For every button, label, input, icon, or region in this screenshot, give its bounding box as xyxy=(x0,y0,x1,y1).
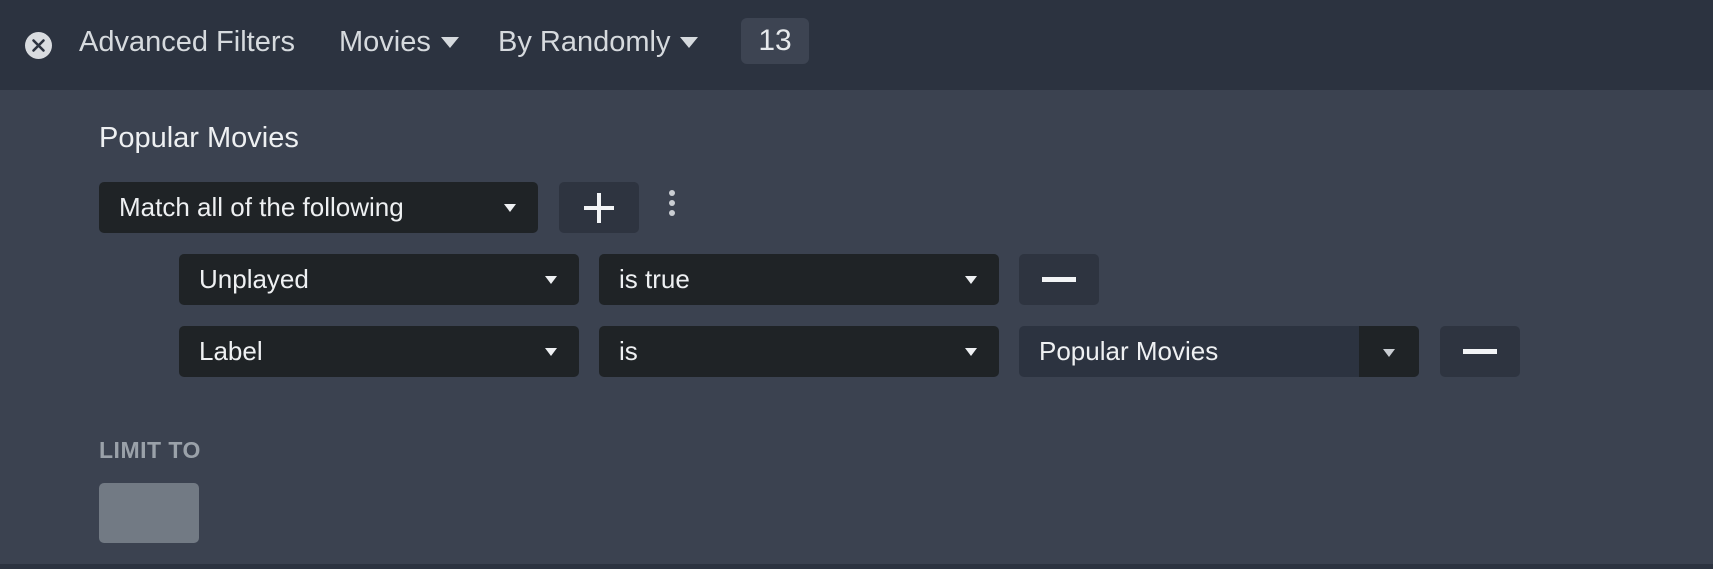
minus-icon xyxy=(1042,276,1076,282)
more-options-button[interactable] xyxy=(667,190,677,220)
limit-to-toggle[interactable] xyxy=(99,483,199,543)
minus-icon xyxy=(1463,348,1497,354)
bottom-divider xyxy=(0,564,1713,569)
toolbar-title: Advanced Filters xyxy=(79,26,295,58)
add-rule-button[interactable] xyxy=(559,182,639,233)
rule-1-operator-select[interactable]: is true xyxy=(599,254,999,305)
rule-2-operator-select[interactable]: is xyxy=(599,326,999,377)
rule-2-operator-label: is xyxy=(619,336,638,366)
caret-down-icon xyxy=(680,36,699,48)
filter-name: Popular Movies xyxy=(99,122,299,154)
rule-1-remove-button[interactable] xyxy=(1019,254,1099,305)
rule-2-value-text: Popular Movies xyxy=(1039,336,1219,366)
match-mode-select[interactable]: Match all of the following xyxy=(99,182,538,233)
library-type-dropdown[interactable]: Movies xyxy=(339,22,459,62)
match-mode-label: Match all of the following xyxy=(119,192,404,222)
rule-2-field-label: Label xyxy=(199,336,263,366)
rule-1-operator-label: is true xyxy=(619,264,690,294)
caret-down-icon xyxy=(545,276,557,284)
item-count-badge: 13 xyxy=(741,18,809,64)
caret-down-icon xyxy=(965,348,977,356)
rule-2-field-select[interactable]: Label xyxy=(179,326,579,377)
library-type-label: Movies xyxy=(339,26,431,58)
rule-1-field-select[interactable]: Unplayed xyxy=(179,254,579,305)
top-toolbar: Advanced Filters Movies By Randomly 13 xyxy=(0,0,1713,90)
limit-to-label: LIMIT TO xyxy=(99,437,201,463)
kebab-icon xyxy=(669,190,675,196)
caret-down-icon xyxy=(504,204,516,212)
caret-down-icon xyxy=(1383,349,1395,357)
rule-2-remove-button[interactable] xyxy=(1440,326,1520,377)
close-button[interactable] xyxy=(25,32,52,59)
plus-icon xyxy=(584,192,614,223)
caret-down-icon xyxy=(440,36,459,48)
sort-label: By Randomly xyxy=(498,26,671,58)
rule-1-field-label: Unplayed xyxy=(199,264,309,294)
sort-dropdown[interactable]: By Randomly xyxy=(498,22,699,62)
rule-2-value-combobox[interactable]: Popular Movies xyxy=(1019,326,1419,377)
close-icon xyxy=(32,39,45,52)
rule-2-value-dropdown-button[interactable] xyxy=(1359,326,1419,377)
caret-down-icon xyxy=(965,276,977,284)
caret-down-icon xyxy=(545,348,557,356)
